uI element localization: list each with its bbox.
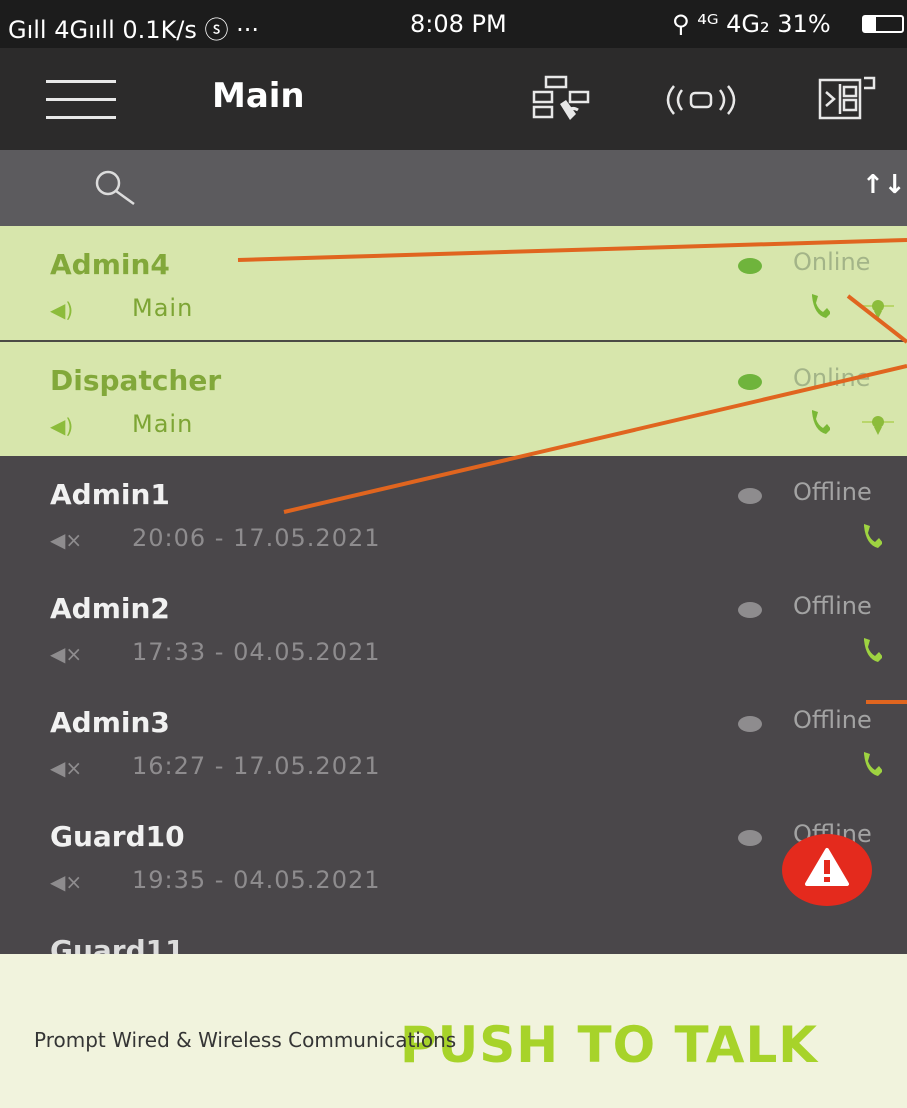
- contact-row[interactable]: Admin4 ◀) Main Online: [0, 226, 907, 340]
- contact-status: Offline: [793, 706, 872, 734]
- phone-icon[interactable]: [860, 522, 882, 550]
- contact-name: Admin3: [50, 706, 170, 739]
- presence-dot: [738, 488, 762, 504]
- hamburger-menu-icon[interactable]: [46, 78, 116, 122]
- presence-dot: [738, 716, 762, 732]
- emergency-alert-button[interactable]: [782, 834, 872, 906]
- contact-channel: Main: [132, 410, 194, 438]
- contact-name: Admin2: [50, 592, 170, 625]
- contact-row[interactable]: Admin2 ◀× 17:33 - 04.05.2021 Offline: [0, 570, 907, 684]
- signal-indicator: Gıll 4Gııll 0.1K/s ⓢ ···: [8, 16, 260, 44]
- contact-name: Dispatcher: [50, 364, 222, 397]
- broadcast-icon[interactable]: [660, 80, 742, 127]
- contact-name: Guard10: [50, 820, 185, 853]
- network-battery-indicator: ⚲ ⁴ᴳ 4G₂ 31%: [672, 10, 831, 38]
- app-toolbar: Main: [0, 48, 907, 150]
- search-icon[interactable]: [92, 168, 144, 212]
- speaker-icon: ◀): [50, 298, 74, 322]
- contact-row[interactable]: Dispatcher ◀) Main Online: [0, 342, 907, 456]
- sort-icon[interactable]: ↑↓: [862, 170, 906, 200]
- contact-last-seen: 16:27 - 17.05.2021: [132, 752, 381, 780]
- presence-dot: [738, 258, 762, 274]
- contact-name: Admin4: [50, 248, 170, 281]
- search-bar[interactable]: ↑↓: [0, 150, 907, 226]
- contact-last-seen: 20:06 - 17.05.2021: [132, 524, 381, 552]
- presence-dot: [738, 374, 762, 390]
- speaker-icon: ◀): [50, 414, 74, 438]
- speaker-muted-icon: ◀×: [50, 870, 83, 894]
- contact-name: Guard11: [50, 938, 185, 954]
- contact-last-seen: 19:35 - 04.05.2021: [132, 866, 381, 894]
- presence-dot: [738, 830, 762, 846]
- contact-row[interactable]: Admin3 ◀× 16:27 - 17.05.2021 Offline: [0, 684, 907, 798]
- battery-icon: [862, 15, 904, 33]
- phone-icon[interactable]: [860, 636, 882, 664]
- contact-status: Online: [793, 248, 871, 276]
- phone-icon[interactable]: [808, 408, 830, 436]
- contact-channel: Main: [132, 294, 194, 322]
- group-call-icon[interactable]: [532, 74, 594, 128]
- status-bar: Gıll 4Gııll 0.1K/s ⓢ ··· 8:08 PM ⚲ ⁴ᴳ 4G…: [0, 0, 907, 48]
- contact-name: Admin1: [50, 478, 170, 511]
- watermark-caption: Prompt Wired & Wireless Communications: [34, 1028, 457, 1052]
- contact-status: Online: [793, 364, 871, 392]
- speaker-muted-icon: ◀×: [50, 528, 83, 552]
- ptt-footer[interactable]: PUSH TO TALK Prompt Wired & Wireless Com…: [0, 954, 907, 1108]
- push-to-talk-button[interactable]: PUSH TO TALK: [400, 1016, 818, 1074]
- presence-dot: [738, 602, 762, 618]
- clock: 8:08 PM: [410, 10, 507, 38]
- phone-icon[interactable]: [808, 292, 830, 320]
- contact-row[interactable]: Admin1 ◀× 20:06 - 17.05.2021 Offline: [0, 456, 907, 570]
- speaker-muted-icon: ◀×: [50, 642, 83, 666]
- page-title: Main: [212, 76, 305, 116]
- location-icon[interactable]: [862, 410, 894, 438]
- contact-row[interactable]: Guard10 ◀× 19:35 - 04.05.2021 Offline: [0, 798, 907, 912]
- contact-row-partial[interactable]: Guard11: [0, 938, 907, 954]
- contact-last-seen: 17:33 - 04.05.2021: [132, 638, 381, 666]
- contact-status: Offline: [793, 478, 872, 506]
- location-icon[interactable]: [862, 294, 894, 322]
- warning-icon: [805, 848, 849, 886]
- speaker-muted-icon: ◀×: [50, 756, 83, 780]
- phone-icon[interactable]: [860, 750, 882, 778]
- contact-status: Offline: [793, 592, 872, 620]
- channel-switch-icon[interactable]: [818, 74, 888, 128]
